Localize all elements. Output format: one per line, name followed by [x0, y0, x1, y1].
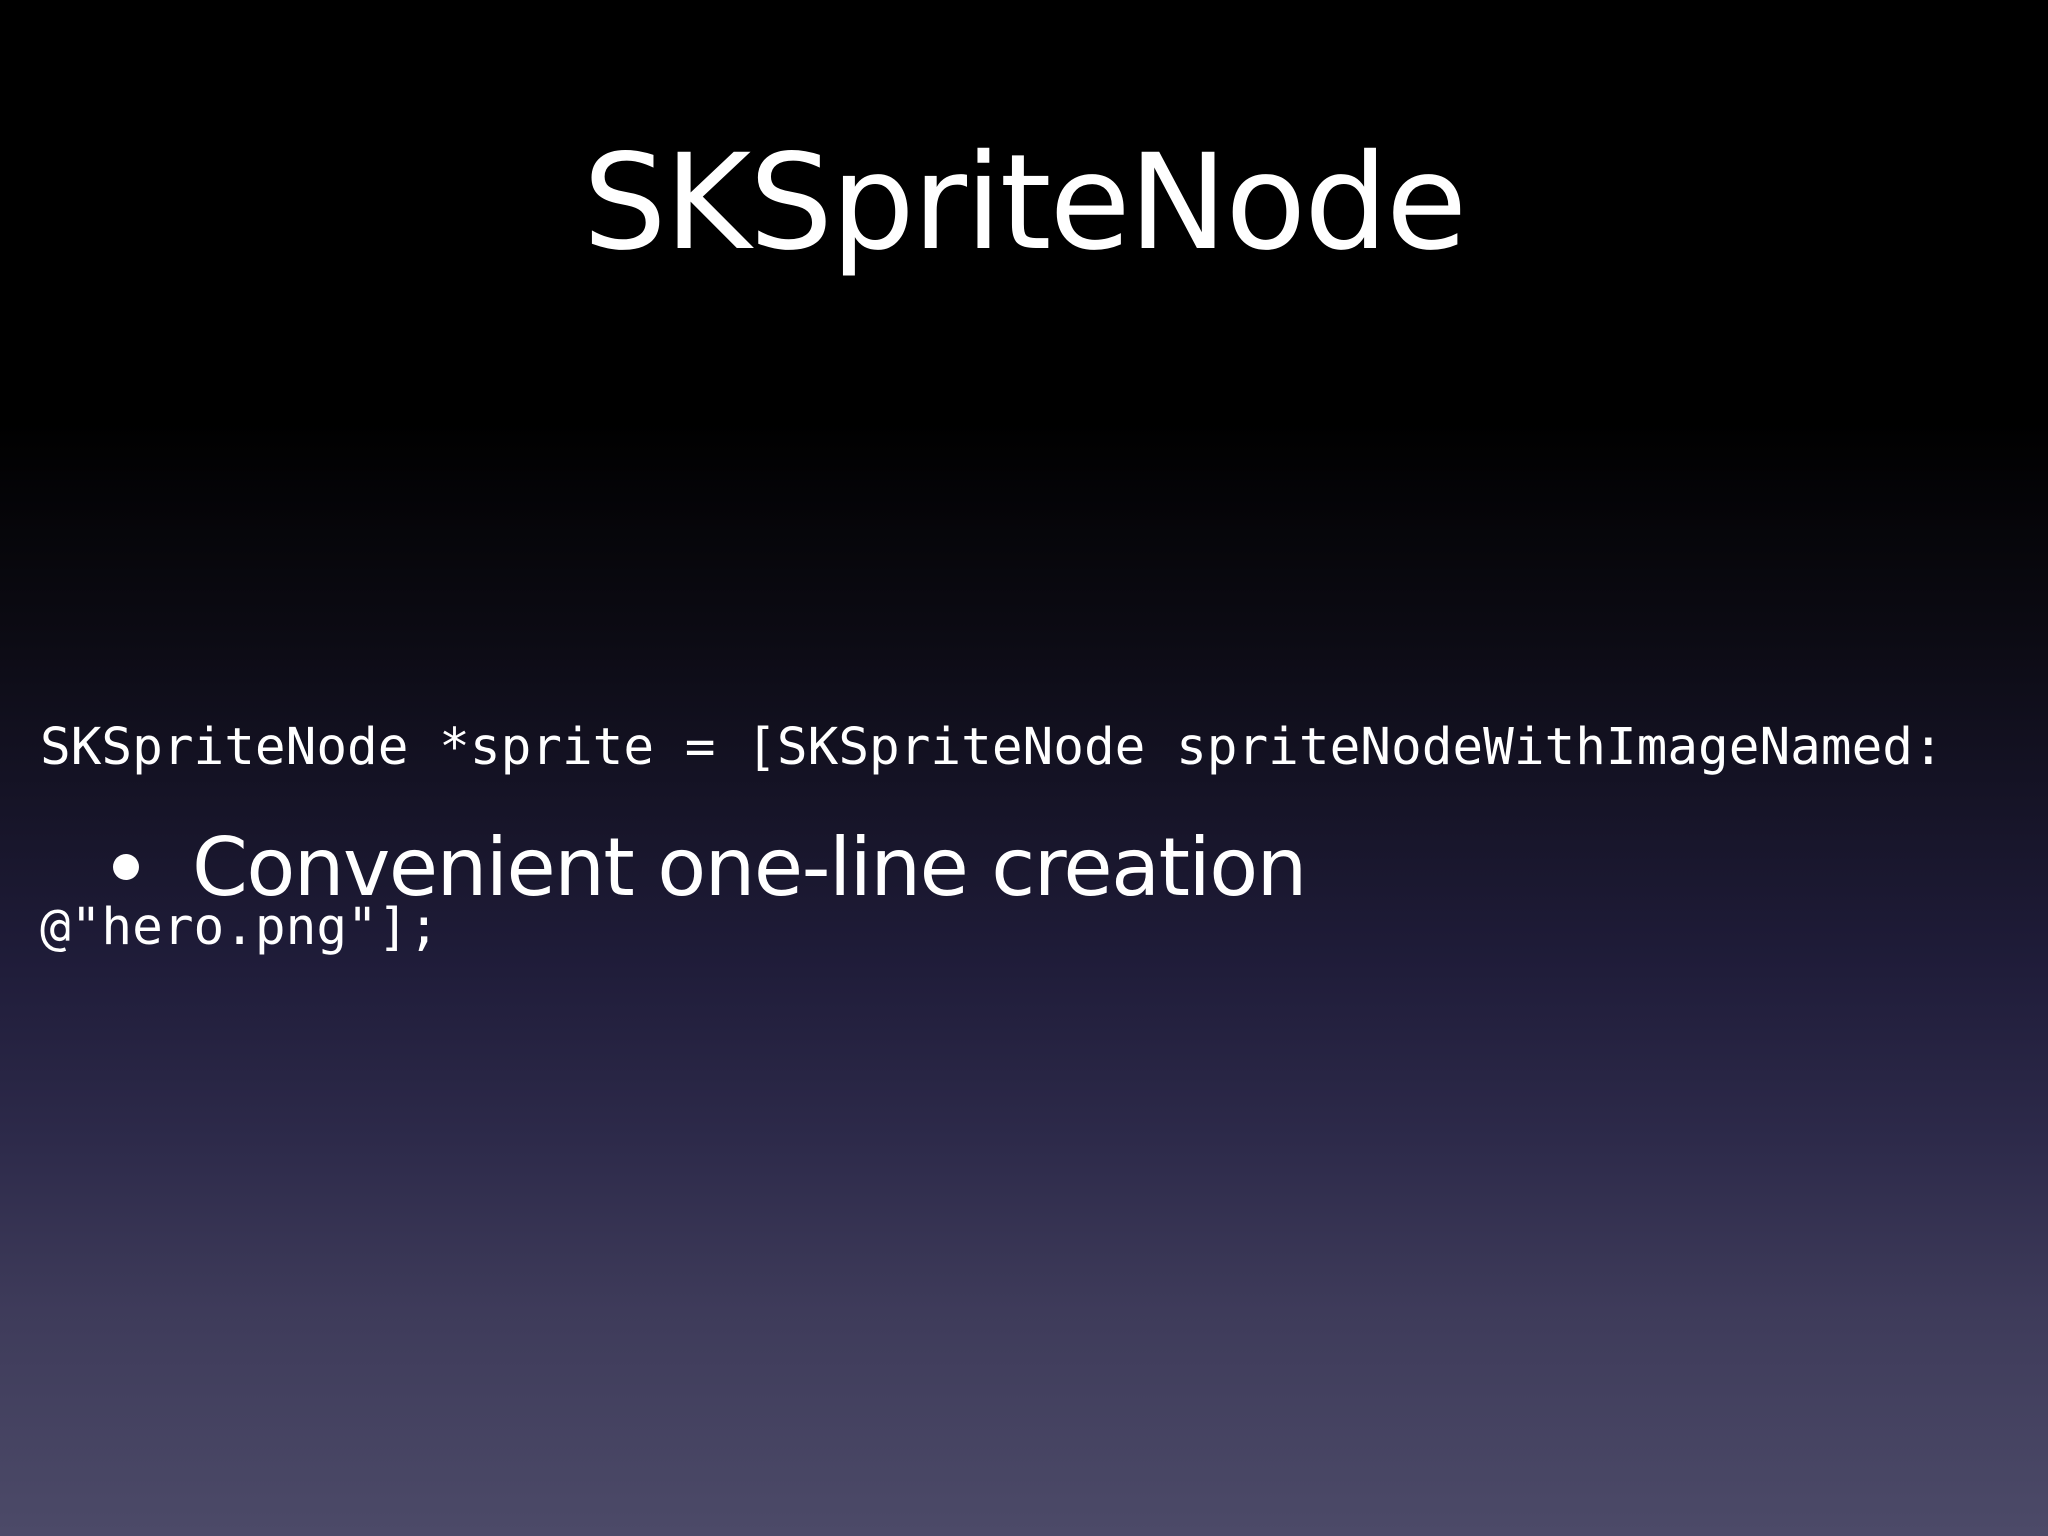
bullet-list: Convenient one-line creation [0, 820, 2048, 920]
bullet-dot-icon [113, 854, 139, 880]
bullet-item: Convenient one-line creation [0, 820, 2048, 920]
slide: SKSpriteNode SKSpriteNode *sprite = [SKS… [0, 0, 2048, 1536]
slide-title: SKSpriteNode [582, 126, 1467, 280]
bullet-text: Convenient one-line creation [192, 821, 1307, 914]
code-line: SKSpriteNode *sprite = [SKSpriteNode spr… [40, 718, 1944, 777]
